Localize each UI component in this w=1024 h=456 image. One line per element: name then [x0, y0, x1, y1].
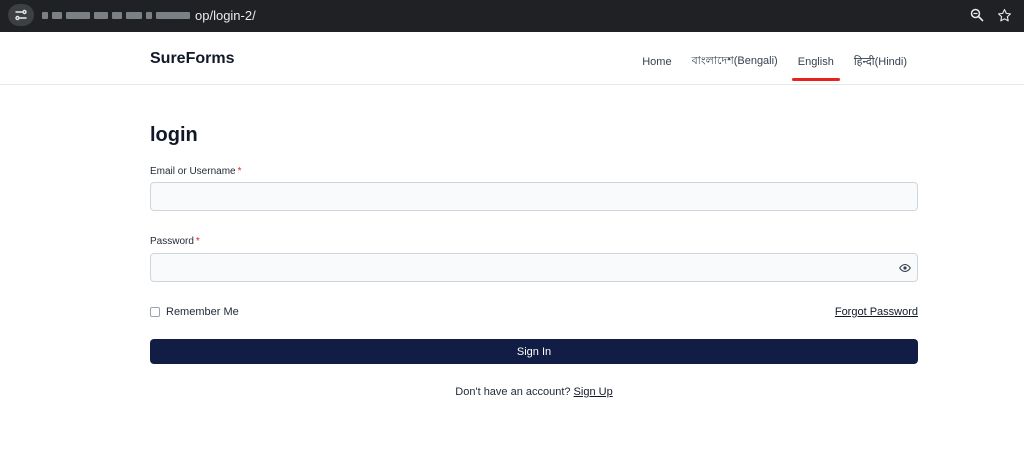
- site-info-icon[interactable]: [8, 4, 34, 26]
- site-logo[interactable]: SureForms: [150, 50, 234, 68]
- required-mark: *: [195, 236, 200, 247]
- email-label: Email or Username *: [150, 166, 242, 177]
- zoom-icon[interactable]: [968, 6, 986, 24]
- nav-hindi[interactable]: हिन्दी(Hindi): [854, 54, 907, 69]
- required-mark: *: [237, 166, 242, 177]
- remember-checkbox[interactable]: [150, 307, 160, 317]
- remember-me: Remember Me: [150, 306, 239, 318]
- email-label-text: Email or Username: [150, 166, 236, 177]
- sign-up-link[interactable]: Sign Up: [574, 386, 613, 398]
- url-text: op/login-2/: [195, 7, 256, 23]
- main-nav: Home বাংলাদেশ(Bengali) English हिन्दी(Hi…: [622, 52, 907, 81]
- signup-row: Don't have an account? Sign Up: [0, 386, 1024, 398]
- password-input[interactable]: [150, 253, 918, 282]
- password-label: Password *: [150, 236, 200, 247]
- remember-label: Remember Me: [166, 306, 239, 318]
- email-input[interactable]: [150, 182, 918, 211]
- password-label-text: Password: [150, 236, 194, 247]
- eye-icon[interactable]: [898, 261, 912, 275]
- sign-in-button[interactable]: Sign In: [150, 339, 918, 364]
- address-field[interactable]: op/login-2/: [42, 6, 256, 24]
- nav-home[interactable]: Home: [642, 56, 671, 68]
- forgot-password-link[interactable]: Forgot Password: [835, 306, 918, 318]
- nav-english[interactable]: English: [791, 56, 840, 81]
- browser-address-bar: op/login-2/: [0, 0, 1024, 32]
- nav-bengali[interactable]: বাংলাদেশ(Bengali): [692, 52, 778, 71]
- signup-prompt: Don't have an account?: [455, 386, 571, 398]
- bookmark-star-icon[interactable]: [995, 6, 1013, 24]
- site-header: SureForms Home বাংলাদেশ(Bengali) English…: [0, 32, 1024, 85]
- page-title: login: [150, 124, 198, 146]
